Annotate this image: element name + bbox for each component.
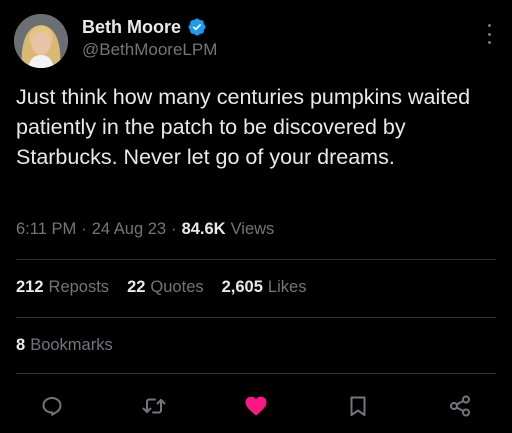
reply-button[interactable]	[38, 392, 66, 420]
tweet-detail: Beth Moore @BethMooreLPM Just think how …	[0, 0, 512, 433]
like-button[interactable]	[242, 392, 270, 420]
reposts-stat[interactable]: 212 Reposts	[16, 278, 109, 297]
likes-stat[interactable]: 2,605 Likes	[222, 278, 307, 297]
action-bar	[0, 388, 512, 424]
divider	[16, 373, 496, 374]
bookmark-button[interactable]	[344, 392, 372, 420]
quotes-stat[interactable]: 22 Quotes	[127, 278, 204, 297]
reposts-count: 212	[16, 278, 44, 296]
repost-button[interactable]	[140, 392, 168, 420]
comment-icon	[42, 397, 62, 416]
heart-icon	[245, 396, 267, 416]
views-count: 84.6K	[181, 220, 226, 238]
meta-separator: ·	[81, 220, 87, 238]
likes-count: 2,605	[221, 278, 263, 296]
tweet-meta: 6:11 PM · 24 Aug 23 · 84.6K Views	[16, 220, 274, 239]
tweet-time[interactable]: 6:11 PM	[16, 220, 76, 239]
avatar[interactable]	[14, 14, 68, 68]
quotes-label: Quotes	[150, 278, 204, 296]
verified-badge-icon	[187, 17, 207, 37]
repost-icon	[142, 398, 166, 414]
quotes-count: 22	[127, 278, 146, 296]
bookmarks-stat[interactable]: 8 Bookmarks	[16, 336, 113, 355]
tweet-text: Just think how many centuries pumpkins w…	[16, 85, 471, 169]
engagement-stats: 212 Reposts 22 Quotes 2,605 Likes	[16, 278, 324, 297]
share-icon	[450, 395, 470, 417]
likes-label: Likes	[267, 278, 307, 296]
reposts-label: Reposts	[48, 278, 110, 296]
avatar-image	[14, 14, 68, 68]
bookmarks-label: Bookmarks	[30, 336, 113, 354]
divider	[16, 317, 496, 318]
share-button[interactable]	[446, 392, 474, 420]
bookmarks-count: 8	[16, 336, 26, 354]
author-name-row: Beth Moore	[82, 15, 207, 39]
divider	[16, 259, 496, 260]
views-label: Views	[230, 220, 275, 238]
author-name[interactable]: Beth Moore	[82, 17, 181, 38]
meta-separator: ·	[171, 220, 177, 238]
author-handle[interactable]: @BethMooreLPM	[82, 40, 217, 60]
bookmark-icon	[350, 396, 366, 416]
more-options-icon[interactable]	[486, 24, 492, 44]
tweet-date[interactable]: 24 Aug 23	[92, 220, 166, 239]
